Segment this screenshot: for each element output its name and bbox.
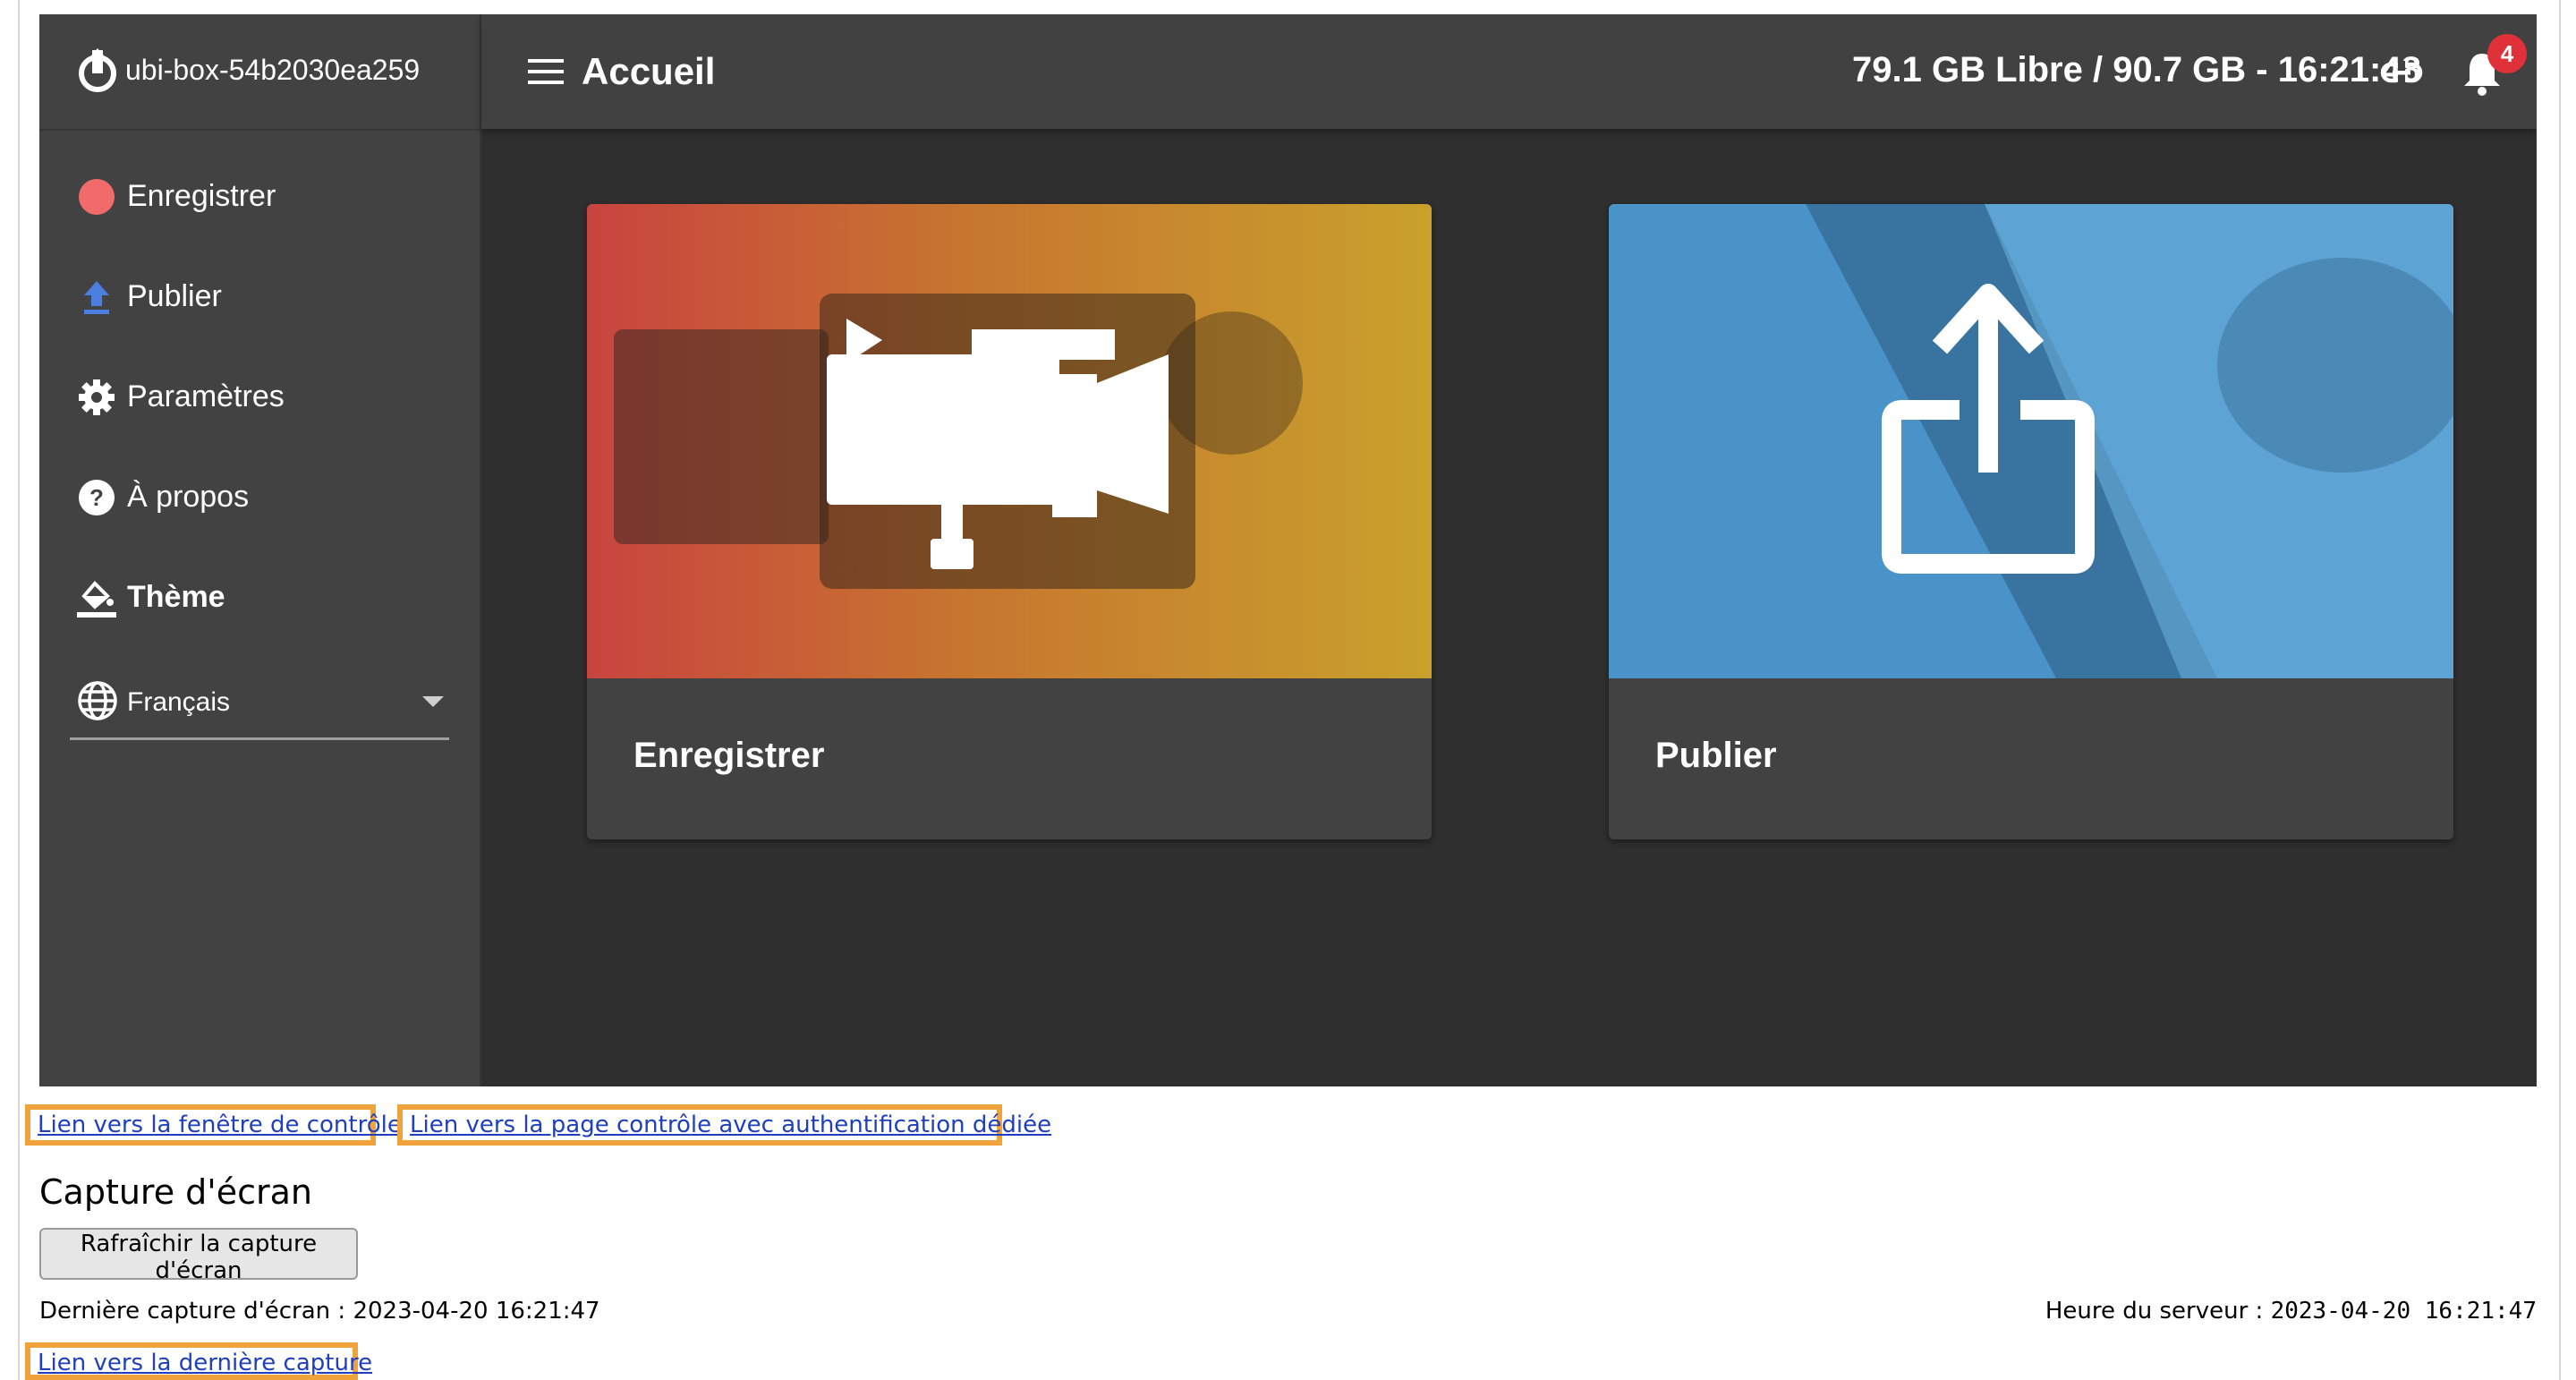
publish-card-image	[1609, 204, 2453, 678]
sidebar-item-label: Thème	[127, 580, 225, 614]
control-window-link[interactable]: Lien vers la fenêtre de contrôle	[25, 1104, 402, 1146]
record-dot-icon	[79, 179, 115, 215]
sidebar-item-label: Publier	[127, 279, 222, 313]
upload-arrow-icon	[84, 281, 109, 314]
server-time-value: 2023-04-20 16:21:47	[2270, 1298, 2537, 1325]
last-capture-value: 2023-04-20 16:21:47	[353, 1298, 600, 1325]
card-title: Publier	[1655, 736, 1777, 775]
language-select[interactable]: Français	[70, 659, 449, 740]
sidebar-item-enregistrer[interactable]: Enregistrer	[39, 150, 480, 240]
sidebar-item-label: À propos	[127, 480, 250, 514]
server-time-line: Heure du serveur : 2023-04-20 16:21:47	[2045, 1298, 2537, 1325]
menu-icon[interactable]	[528, 59, 564, 86]
link-icon[interactable]	[2380, 57, 2423, 88]
server-time-label: Heure du serveur :	[2045, 1298, 2264, 1325]
sidebar-item-label: Enregistrer	[127, 179, 276, 213]
last-capture-label: Dernière capture d'écran :	[39, 1298, 346, 1325]
last-capture-line: Dernière capture d'écran : 2023-04-20 16…	[39, 1298, 600, 1325]
sidebar-item-label: Paramètres	[127, 379, 285, 413]
refresh-screenshot-button[interactable]: Rafraîchir la capture d'écran	[39, 1228, 358, 1284]
app-window: ubi-box-54b2030ea259 Enregistrer Publier	[39, 14, 2537, 1086]
language-value: Français	[127, 687, 231, 717]
sidebar: ubi-box-54b2030ea259 Enregistrer Publier	[39, 14, 481, 1086]
chevron-down-icon	[422, 696, 444, 707]
last-capture-link[interactable]: Lien vers la dernière capture	[25, 1342, 372, 1380]
logo-icon	[79, 48, 116, 92]
card-title: Enregistrer	[633, 736, 825, 775]
sidebar-item-theme[interactable]: Thème	[39, 551, 480, 641]
gear-icon	[79, 379, 115, 415]
top-app-bar: Accueil 79.1 GB Libre / 90.7 GB - 16:21:…	[481, 14, 2537, 129]
record-card-image	[587, 204, 1432, 678]
sidebar-header: ubi-box-54b2030ea259	[39, 14, 480, 131]
auth-control-link[interactable]: Lien vers la page contrôle avec authenti…	[397, 1104, 1051, 1146]
globe-icon	[78, 681, 117, 720]
sidebar-item-publier[interactable]: Publier	[39, 251, 480, 340]
page-title: Accueil	[582, 50, 716, 92]
section-title: Capture d'écran	[39, 1172, 313, 1212]
card-enregistrer[interactable]: Enregistrer	[587, 204, 1432, 839]
paint-bucket-icon	[77, 581, 116, 618]
svg-text:?: ?	[89, 484, 104, 511]
left-frame-line	[18, 0, 20, 1380]
sidebar-item-parametres[interactable]: Paramètres	[39, 351, 480, 440]
notification-badge: 4	[2487, 34, 2527, 73]
help-circle-icon: ?	[79, 480, 115, 515]
card-publier[interactable]: Publier	[1609, 204, 2453, 839]
device-name: ubi-box-54b2030ea259	[125, 54, 421, 86]
storage-status: 79.1 GB Libre / 90.7 GB - 16:21:48	[1852, 50, 2421, 89]
sidebar-item-a-propos[interactable]: ? À propos	[39, 451, 480, 541]
right-frame-line	[2559, 0, 2561, 1380]
